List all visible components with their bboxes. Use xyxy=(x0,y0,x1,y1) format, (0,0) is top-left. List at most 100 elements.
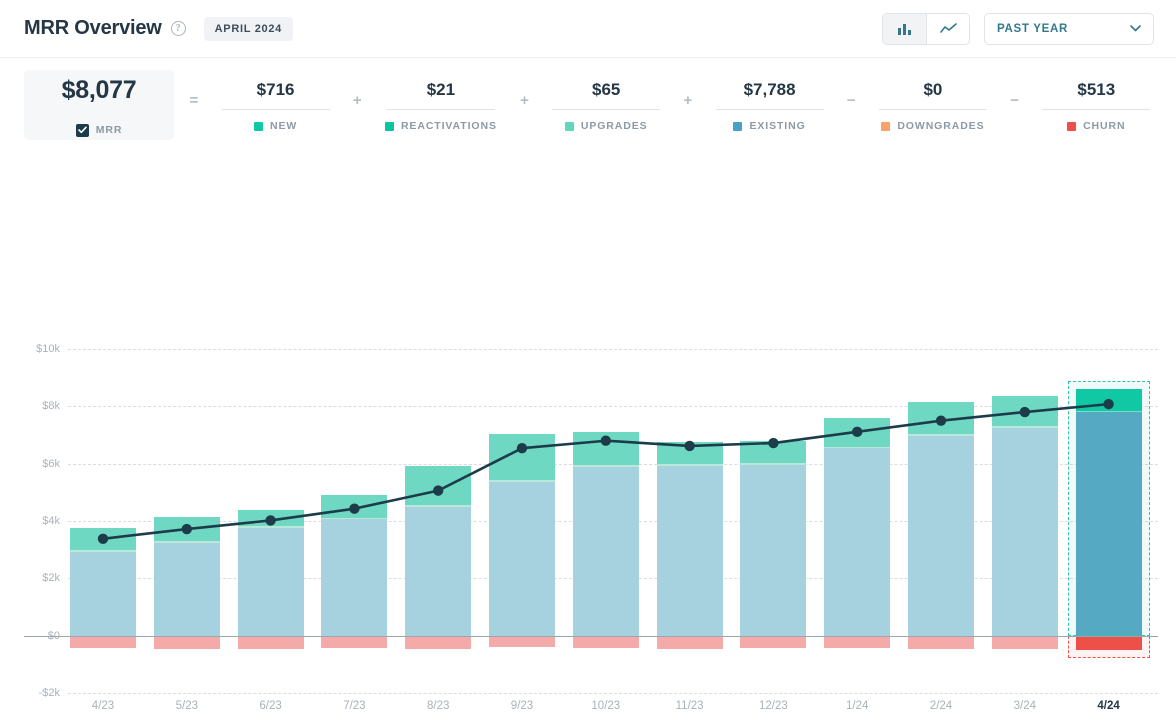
gridline xyxy=(68,693,1158,694)
bar-segment-churn[interactable] xyxy=(237,635,304,650)
bar-segment[interactable] xyxy=(824,417,891,447)
x-axis-tick[interactable]: 3/24 xyxy=(1014,700,1036,712)
bar-segment-churn[interactable] xyxy=(740,635,807,648)
bar-segment[interactable] xyxy=(908,433,974,436)
bar-segment[interactable] xyxy=(824,448,891,636)
chart-type-toggle xyxy=(882,12,970,45)
date-range-value: PAST YEAR xyxy=(997,22,1069,35)
bar-segment[interactable] xyxy=(70,528,136,551)
bar-segment[interactable] xyxy=(321,495,388,518)
mrr-checkbox[interactable] xyxy=(75,123,89,137)
bar-segment[interactable] xyxy=(740,440,807,464)
x-axis-tick[interactable]: 2/24 xyxy=(930,700,952,712)
x-axis-tick[interactable]: 11/23 xyxy=(676,700,704,712)
kpi-legend: MRR xyxy=(75,114,123,137)
gridline xyxy=(68,349,1158,350)
legend-swatch xyxy=(384,121,394,131)
y-axis-tick: -$2k xyxy=(38,687,60,699)
x-axis-tick[interactable]: 10/23 xyxy=(591,700,620,712)
bar-segment-churn[interactable] xyxy=(572,635,639,648)
bar-segment[interactable] xyxy=(656,464,723,466)
bar-segment-churn[interactable] xyxy=(656,635,723,649)
x-axis-tick[interactable]: 5/23 xyxy=(176,700,198,712)
kpi-operator: = xyxy=(189,92,199,109)
selected-bar-highlight xyxy=(1067,381,1150,636)
kpi-value: $716 xyxy=(256,80,295,99)
bar-segment[interactable] xyxy=(70,551,136,636)
kpi-new[interactable]: $716 NEW xyxy=(214,70,338,140)
bar-segment[interactable] xyxy=(405,465,472,505)
bar-segment[interactable] xyxy=(321,519,388,636)
x-axis-tick[interactable]: 1/24 xyxy=(846,700,868,712)
bar-segment[interactable] xyxy=(237,527,304,636)
kpi-label: CHURN xyxy=(1083,120,1126,132)
x-axis-tick[interactable]: 4/24 xyxy=(1097,700,1119,712)
bar-segment[interactable] xyxy=(153,543,220,636)
bar-segment[interactable] xyxy=(405,506,472,636)
bar-segment[interactable] xyxy=(991,396,1058,426)
bar-segment[interactable] xyxy=(572,464,639,467)
x-axis-tick[interactable]: 7/23 xyxy=(343,700,365,712)
y-axis-tick: $2k xyxy=(42,572,60,585)
bar-segment-churn[interactable] xyxy=(70,635,136,648)
x-axis-tick[interactable]: 12/23 xyxy=(759,700,788,712)
bar-segment[interactable] xyxy=(572,431,639,465)
bar-segment[interactable] xyxy=(405,504,472,507)
bar-segment[interactable] xyxy=(991,427,1058,636)
bar-segment[interactable] xyxy=(489,479,555,482)
kpi-existing[interactable]: $7,788 EXISTING xyxy=(708,70,832,140)
bar-segment[interactable] xyxy=(153,541,220,544)
bar-segment[interactable] xyxy=(237,510,304,527)
zero-axis-line xyxy=(24,635,1158,637)
x-axis-tick[interactable]: 4/23 xyxy=(92,700,114,712)
kpi-operator: + xyxy=(683,92,693,109)
bar-segment[interactable] xyxy=(991,425,1058,428)
bar-segment[interactable] xyxy=(489,434,555,480)
bar-segment[interactable] xyxy=(321,517,388,520)
legend-swatch xyxy=(564,121,574,131)
kpi-downgrades[interactable]: $0 DOWNGRADES xyxy=(871,70,995,140)
kpi-upgrades[interactable]: $65 UPGRADES xyxy=(544,70,668,140)
kpi-operator: + xyxy=(520,92,529,109)
bar-segment-churn[interactable] xyxy=(991,635,1058,649)
kpi-churn[interactable]: $513 CHURN xyxy=(1035,70,1159,140)
kpi-value: $21 xyxy=(426,80,456,99)
bar-segment-churn[interactable] xyxy=(405,635,472,650)
bar-segment-churn[interactable] xyxy=(153,635,220,650)
kpi-reactivations[interactable]: $21 REACTIVATIONS xyxy=(377,70,504,140)
bar-segment-churn[interactable] xyxy=(824,635,891,649)
kpi-legend: NEW xyxy=(253,110,297,132)
bar-segment[interactable] xyxy=(740,463,807,465)
kpi-legend: EXISTING xyxy=(733,110,805,132)
bar-segment[interactable] xyxy=(824,446,891,449)
bar-segment[interactable] xyxy=(908,402,974,434)
bar-segment[interactable] xyxy=(908,435,974,636)
kpi-value: $7,788 xyxy=(743,80,796,99)
line-chart-icon[interactable] xyxy=(926,13,969,44)
bar-segment[interactable] xyxy=(740,464,807,636)
bar-segment[interactable] xyxy=(572,466,639,636)
x-axis-tick[interactable]: 8/23 xyxy=(427,700,449,712)
chevron-down-icon xyxy=(1130,25,1141,32)
bar-segment-churn[interactable] xyxy=(321,635,388,648)
date-range-dropdown[interactable]: PAST YEAR xyxy=(984,12,1154,45)
bar-segment-churn[interactable] xyxy=(908,635,974,650)
kpi-mrr[interactable]: $8,077 MRR xyxy=(24,70,174,140)
kpi-legend: CHURN xyxy=(1067,110,1125,132)
page-header: MRR Overview ? APRIL 2024 PAST YEAR xyxy=(0,0,1176,58)
question-circle-icon[interactable]: ? xyxy=(170,21,186,36)
kpi-legend: DOWNGRADES xyxy=(881,110,984,132)
page-title: MRR Overview xyxy=(24,17,162,39)
bar-segment[interactable] xyxy=(237,526,304,528)
bar-chart-icon[interactable] xyxy=(883,13,926,44)
selected-churn-highlight xyxy=(1067,635,1150,659)
x-axis-tick[interactable]: 6/23 xyxy=(259,700,281,712)
bar-segment[interactable] xyxy=(656,465,723,636)
bar-segment[interactable] xyxy=(489,482,555,636)
bar-segment-churn[interactable] xyxy=(489,635,555,647)
bar-segment[interactable] xyxy=(70,550,136,552)
bar-segment[interactable] xyxy=(153,517,220,542)
bar-segment[interactable] xyxy=(656,442,723,465)
x-axis-tick[interactable]: 9/23 xyxy=(511,700,533,712)
y-axis-tick: $4k xyxy=(42,515,60,527)
